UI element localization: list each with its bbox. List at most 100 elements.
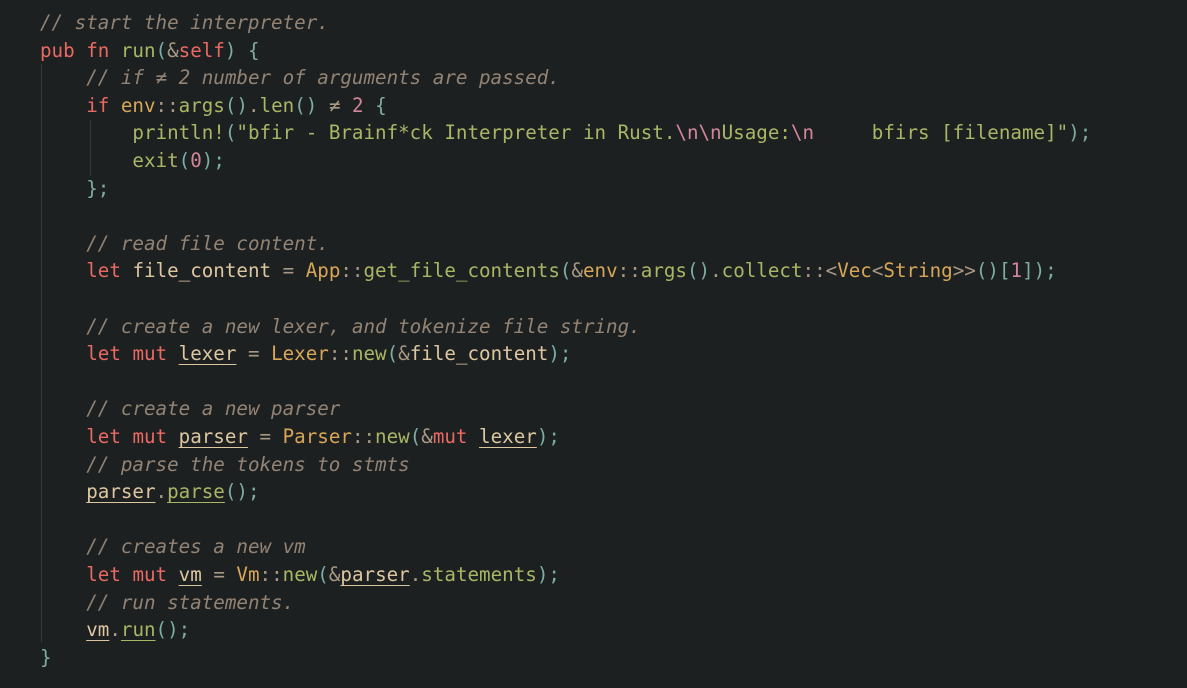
- code-token: lexer: [178, 342, 237, 366]
- code-token: {: [363, 93, 387, 117]
- code-token: // start the interpreter.: [40, 11, 329, 34]
- code-line: // read file content.: [40, 230, 329, 258]
- code-line: let file_content = App::get_file_content…: [40, 257, 1057, 285]
- code-token: .: [109, 618, 121, 642]
- code-token: len: [259, 93, 295, 117]
- code-token: Parser: [282, 425, 352, 448]
- code-token: .: [155, 480, 168, 504]
- code-line: let mut lexer = Lexer::new(&file_content…: [40, 340, 571, 368]
- code-token: 1: [1010, 259, 1023, 283]
- code-token: new: [282, 563, 318, 586]
- code-token: (: [386, 342, 399, 366]
- code-token: ::: [259, 563, 283, 586]
- code-token: pub: [40, 38, 87, 62]
- code-token: let: [86, 259, 133, 283]
- code-token: mut: [132, 425, 179, 448]
- code-token: ::: [340, 259, 364, 283]
- code-token: collect: [721, 259, 803, 283]
- code-token: parser: [178, 425, 248, 448]
- code-token: new: [375, 425, 410, 448]
- code-token: ();: [224, 480, 260, 504]
- code-token: );: [1068, 121, 1092, 145]
- code-token: mut: [132, 342, 179, 366]
- code-token: };: [86, 176, 110, 200]
- code-token: Vm: [236, 563, 260, 586]
- code-token: Usage:: [721, 121, 791, 145]
- code-token: // create a new parser: [86, 397, 341, 421]
- code-line: // start the interpreter.: [40, 9, 329, 37]
- code-line: };: [40, 175, 109, 203]
- code-token: (): [294, 93, 318, 117]
- code-token: 2: [351, 93, 364, 117]
- code-token: ();: [155, 618, 191, 642]
- code-token: fn: [86, 38, 121, 62]
- code-token: // creates a new vm: [86, 535, 306, 559]
- code-token: .: [710, 259, 722, 283]
- code-token: env: [120, 93, 156, 117]
- code-token: (: [178, 149, 191, 172]
- code-line: // create a new lexer, and tokenize file…: [40, 313, 641, 341]
- code-token: \n\n: [675, 121, 722, 145]
- code-token: <: [871, 259, 884, 283]
- code-token: (: [155, 38, 168, 62]
- code-editor[interactable]: // start the interpreter. pub fn run(&sel…: [0, 0, 1187, 688]
- code-line: // parse the tokens to stmts: [40, 451, 410, 479]
- code-token: file_content: [409, 342, 549, 366]
- code-token: >>: [952, 259, 976, 283]
- code-token: 0: [190, 149, 202, 172]
- code-token: vm: [178, 563, 202, 586]
- code-token: );: [536, 563, 560, 586]
- code-token: );: [201, 149, 225, 172]
- code-token: }: [40, 645, 52, 669]
- code-token: // run statements.: [86, 590, 295, 614]
- code-token: &: [328, 563, 341, 586]
- code-token: statements: [421, 563, 537, 586]
- code-token: {: [236, 38, 260, 62]
- code-token: lexer: [479, 425, 537, 448]
- code-token: exit: [132, 149, 179, 172]
- code-token: (: [317, 563, 329, 586]
- code-token: (): [224, 93, 248, 117]
- code-token: get_file_contents: [363, 259, 560, 283]
- code-token: );: [1033, 259, 1057, 283]
- code-token: &: [421, 425, 433, 448]
- code-token: (: [559, 259, 572, 283]
- code-line: if env::args().len() ≠ 2 {: [40, 92, 387, 120]
- code-token: vm: [86, 618, 110, 642]
- code-token: (: [409, 425, 422, 448]
- code-token: =: [247, 425, 283, 448]
- code-token: =: [271, 259, 306, 283]
- code-token: // parse the tokens to stmts: [86, 452, 410, 476]
- code-line: }: [40, 644, 52, 672]
- code-token: ::: [617, 259, 641, 283]
- code-token: parser: [340, 563, 410, 586]
- code-token: &: [571, 259, 583, 283]
- code-token: =: [201, 563, 237, 586]
- code-token: new: [351, 342, 387, 366]
- code-token: println!: [132, 121, 225, 145]
- code-token: &: [398, 342, 410, 366]
- code-line: // if ≠ 2 number of arguments are passed…: [40, 64, 560, 92]
- code-token: env: [583, 259, 618, 283]
- code-token: (: [224, 121, 237, 145]
- code-line: exit(0);: [40, 147, 225, 175]
- code-line: let mut parser = Parser::new(&mut lexer)…: [40, 423, 560, 451]
- code-token: App: [305, 259, 341, 283]
- code-token: (): [686, 259, 711, 283]
- code-token: Lexer: [271, 342, 329, 366]
- code-token: .: [247, 93, 260, 117]
- code-token: \n: [790, 121, 815, 145]
- code-line: // run statements.: [40, 589, 294, 617]
- code-token: let: [86, 425, 133, 448]
